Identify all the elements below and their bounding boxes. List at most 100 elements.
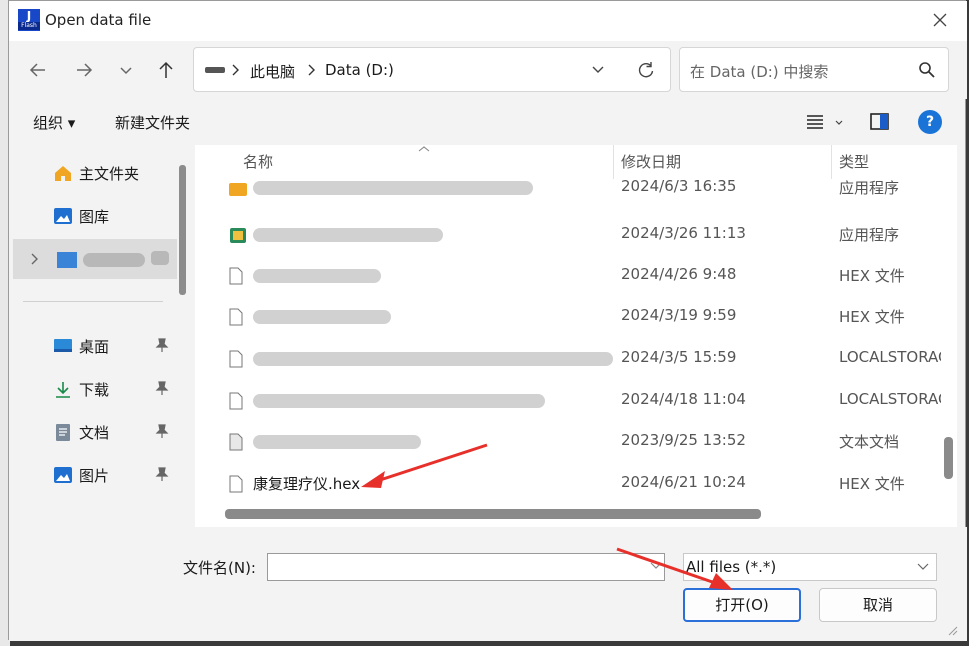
file-row[interactable]: 2024/4/18 11:04 LOCALSTORAGE [195, 380, 957, 421]
gallery-icon [54, 208, 72, 224]
view-options-button[interactable] [805, 111, 845, 133]
pin-icon[interactable] [155, 466, 169, 482]
sidebar-divider [23, 301, 163, 302]
file-list: 名称 修改日期 类型 2024/6/3 16:35 应用程序 2024/3/26… [195, 145, 957, 527]
pin-icon[interactable] [155, 337, 169, 353]
up-button[interactable] [151, 55, 181, 85]
file-icon [229, 392, 243, 410]
blurred-label-fragment [151, 251, 169, 265]
file-row[interactable]: 2024/4/26 9:48 HEX 文件 [195, 255, 957, 296]
breadcrumb-this-pc[interactable]: 此电脑 [250, 61, 295, 82]
sidebar-item-label: 主文件夹 [79, 165, 140, 183]
file-row[interactable]: 2023/9/25 13:52 文本文档 [195, 421, 957, 462]
filename-label: 文件名(N): [183, 559, 256, 577]
file-row[interactable]: 2024/3/26 11:13 应用程序 [195, 214, 957, 255]
file-type: HEX 文件 [839, 267, 905, 285]
sidebar-item-blurred[interactable] [13, 239, 177, 279]
preview-pane-button[interactable] [869, 111, 891, 133]
picture-icon [54, 467, 72, 483]
arrow-left-icon [29, 63, 45, 77]
chevron-down-icon [120, 67, 132, 75]
cancel-button[interactable]: 取消 [819, 588, 937, 622]
file-icon [229, 308, 243, 326]
column-header-name[interactable]: 名称 [243, 151, 273, 172]
sidebar-scrollbar[interactable] [179, 165, 186, 295]
app-icon-letter: J [26, 9, 32, 23]
sort-ascending-icon [418, 146, 430, 152]
blurred-file-name [253, 394, 545, 408]
new-folder-button[interactable]: 新建文件夹 [115, 112, 190, 133]
file-row[interactable]: 2024/3/5 15:59 LOCALSTORAGE [195, 338, 957, 379]
open-file-dialog: J Flash Open data file 此电脑 Data (D:) 在 D… [8, 0, 967, 641]
sidebar-item-label: 图片 [79, 467, 110, 485]
file-date: 2024/6/21 10:24 [621, 473, 746, 491]
vertical-scrollbar[interactable] [944, 437, 953, 479]
organize-menu[interactable]: 组织 ▾ [33, 112, 75, 133]
file-type-filter-value: All files (*.*) [686, 558, 777, 576]
filename-history-chevron-icon[interactable] [649, 559, 663, 573]
open-button[interactable]: 打开(O) [683, 588, 801, 622]
file-type: 文本文档 [839, 433, 900, 451]
window-title: Open data file [45, 11, 152, 29]
sidebar-item-label: 下载 [79, 381, 110, 399]
file-date: 2023/9/25 13:52 [621, 431, 746, 449]
column-header-type[interactable]: 类型 [839, 151, 869, 172]
file-row-target-hex[interactable]: 康复理疗仪.hex 2024/6/21 10:24 HEX 文件 [195, 463, 957, 504]
expand-chevron-icon[interactable] [29, 251, 39, 267]
address-bar[interactable]: 此电脑 Data (D:) [193, 47, 671, 92]
pin-icon[interactable] [155, 380, 169, 396]
chevron-down-icon [917, 563, 929, 570]
column-header-modified[interactable]: 修改日期 [621, 151, 681, 172]
breadcrumb-data-drive[interactable]: Data (D:) [325, 61, 394, 79]
search-icon[interactable] [918, 61, 936, 79]
download-icon [56, 382, 70, 398]
file-name-area: 文件名(N): All files (*.*) 打开(O) 取消 [9, 527, 967, 641]
jflash-app-icon: J Flash [18, 9, 40, 31]
horizontal-scrollbar[interactable] [225, 509, 761, 519]
file-type: HEX 文件 [839, 475, 905, 493]
chevron-right-icon [232, 64, 239, 76]
filename-input[interactable] [267, 553, 665, 581]
file-date: 2024/3/26 11:13 [621, 224, 746, 242]
blurred-label [83, 253, 145, 267]
file-icon [229, 267, 243, 285]
file-row[interactable]: 2024/3/19 9:59 HEX 文件 [195, 296, 957, 337]
refresh-icon[interactable] [636, 60, 656, 80]
blurred-file-name [253, 435, 421, 449]
chevron-right-icon [308, 64, 315, 76]
pin-icon[interactable] [155, 423, 169, 439]
search-input[interactable]: 在 Data (D:) 中搜索 [690, 61, 828, 82]
command-bar: 组织 ▾ 新建文件夹 ? [9, 99, 967, 145]
document-icon [56, 424, 70, 441]
close-button[interactable] [927, 7, 953, 33]
file-icon [229, 350, 243, 368]
navigation-bar: 此电脑 Data (D:) 在 Data (D:) 中搜索 [9, 41, 967, 99]
close-icon [933, 13, 947, 27]
blurred-item-icon [57, 252, 77, 268]
back-button[interactable] [23, 55, 53, 85]
forward-button[interactable] [69, 55, 99, 85]
file-type-filter[interactable]: All files (*.*) [683, 553, 937, 581]
resize-grip-icon[interactable] [945, 623, 959, 637]
drive-icon [205, 67, 225, 73]
file-date: 2024/4/18 11:04 [621, 390, 746, 408]
file-type: LOCALSTORAGE [839, 348, 941, 366]
recent-locations-button[interactable] [111, 55, 141, 85]
list-view-icon [807, 115, 843, 129]
file-type: LOCALSTORAGE [839, 390, 941, 408]
navigation-pane: 主文件夹 图库 桌面 下载 文档 图片 [9, 145, 195, 527]
blurred-file-name [253, 310, 391, 324]
file-row[interactable]: 2024/6/3 16:35 应用程序 [195, 173, 957, 208]
home-icon [55, 166, 71, 181]
file-type: HEX 文件 [839, 308, 905, 326]
help-button[interactable]: ? [918, 110, 942, 134]
arrow-right-icon [77, 63, 93, 77]
app-icon [230, 228, 246, 243]
blurred-file-name [253, 269, 381, 283]
search-box[interactable]: 在 Data (D:) 中搜索 [679, 47, 949, 92]
blurred-file-name [253, 181, 533, 195]
address-dropdown-icon[interactable] [590, 62, 606, 78]
file-icon [229, 475, 243, 493]
desktop-icon [54, 339, 72, 352]
blurred-file-name [253, 228, 443, 242]
